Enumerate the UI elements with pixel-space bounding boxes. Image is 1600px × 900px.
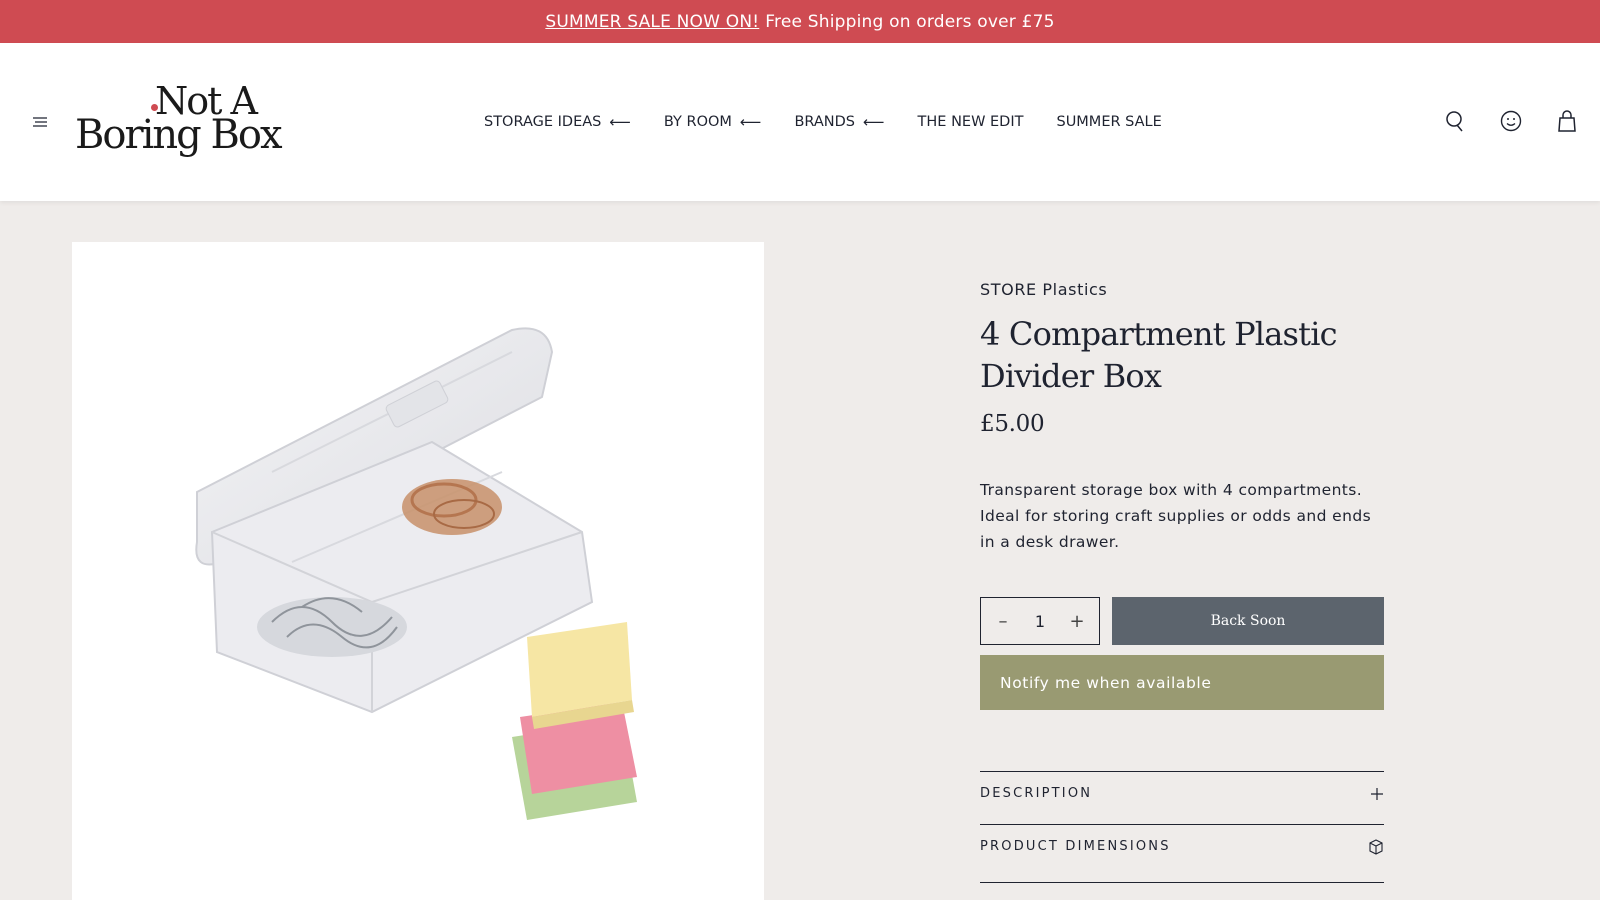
nav-label: STORAGE IDEAS bbox=[484, 114, 602, 130]
plus-icon bbox=[1370, 786, 1384, 805]
main-nav: STORAGE IDEAS ⟵ BY ROOM ⟵ BRANDS ⟵ THE N… bbox=[484, 113, 1195, 131]
logo-dot bbox=[151, 104, 158, 111]
accordion-description[interactable]: DESCRIPTION bbox=[980, 771, 1384, 805]
minus-icon[interactable]: – bbox=[995, 611, 1011, 632]
accordion-divider bbox=[980, 882, 1384, 883]
quantity-value[interactable]: 1 bbox=[1035, 612, 1045, 631]
menu-icon[interactable] bbox=[32, 114, 48, 128]
box-icon bbox=[1368, 839, 1384, 859]
bag-icon[interactable] bbox=[1556, 110, 1578, 132]
arrow-left-icon: ⟵ bbox=[739, 113, 762, 131]
nav-by-room[interactable]: BY ROOM ⟵ bbox=[664, 113, 762, 131]
logo-line-2: Boring Box bbox=[75, 112, 283, 158]
quantity-stepper: – 1 + bbox=[980, 597, 1100, 645]
product-image[interactable] bbox=[72, 242, 764, 900]
product-title: 4 Compartment Plastic Divider Box bbox=[980, 315, 1338, 395]
nav-label: BRANDS bbox=[794, 114, 856, 130]
site-logo[interactable]: Not A Boring Box bbox=[75, 81, 290, 159]
nav-label: SUMMER SALE bbox=[1056, 114, 1162, 130]
nav-summer-sale[interactable]: SUMMER SALE bbox=[1056, 113, 1161, 131]
purchase-row: – 1 + Back Soon bbox=[980, 597, 1384, 645]
arrow-left-icon: ⟵ bbox=[863, 113, 885, 131]
arrow-left-icon: ⟵ bbox=[609, 113, 631, 131]
summer-sale-link[interactable]: SUMMER SALE NOW ON! bbox=[545, 12, 759, 32]
product-info: STORE Plastics 4 Compartment Plastic Div… bbox=[980, 280, 1384, 555]
nav-storage-ideas[interactable]: STORAGE IDEAS ⟵ bbox=[484, 113, 631, 131]
announcement-text: Free Shipping on orders over £75 bbox=[765, 11, 1055, 32]
nav-brands[interactable]: BRANDS ⟵ bbox=[794, 113, 884, 131]
product-price: £5.00 bbox=[980, 411, 1045, 437]
announcement-bar: SUMMER SALE NOW ON! Free Shipping on ord… bbox=[0, 0, 1600, 43]
nav-label: THE NEW EDIT bbox=[917, 114, 1024, 130]
accordion-label: PRODUCT DIMENSIONS bbox=[980, 839, 1171, 854]
search-icon[interactable] bbox=[1444, 110, 1466, 132]
account-icon[interactable] bbox=[1500, 110, 1522, 132]
accordion-dimensions[interactable]: PRODUCT DIMENSIONS bbox=[980, 824, 1384, 859]
back-soon-button[interactable]: Back Soon bbox=[1112, 597, 1384, 645]
nav-label: BY ROOM bbox=[663, 114, 732, 130]
product-brand[interactable]: STORE Plastics bbox=[980, 280, 1384, 299]
accordion-label: DESCRIPTION bbox=[980, 786, 1093, 801]
header-icons bbox=[1444, 110, 1578, 132]
notify-button[interactable]: Notify me when available bbox=[980, 655, 1384, 710]
plus-icon[interactable]: + bbox=[1069, 611, 1085, 632]
product-description: Transparent storage box with 4 compartme… bbox=[980, 481, 1372, 551]
nav-the-new-edit[interactable]: THE NEW EDIT bbox=[918, 113, 1024, 131]
site-header: Not A Boring Box STORAGE IDEAS ⟵ BY ROOM… bbox=[0, 43, 1600, 201]
